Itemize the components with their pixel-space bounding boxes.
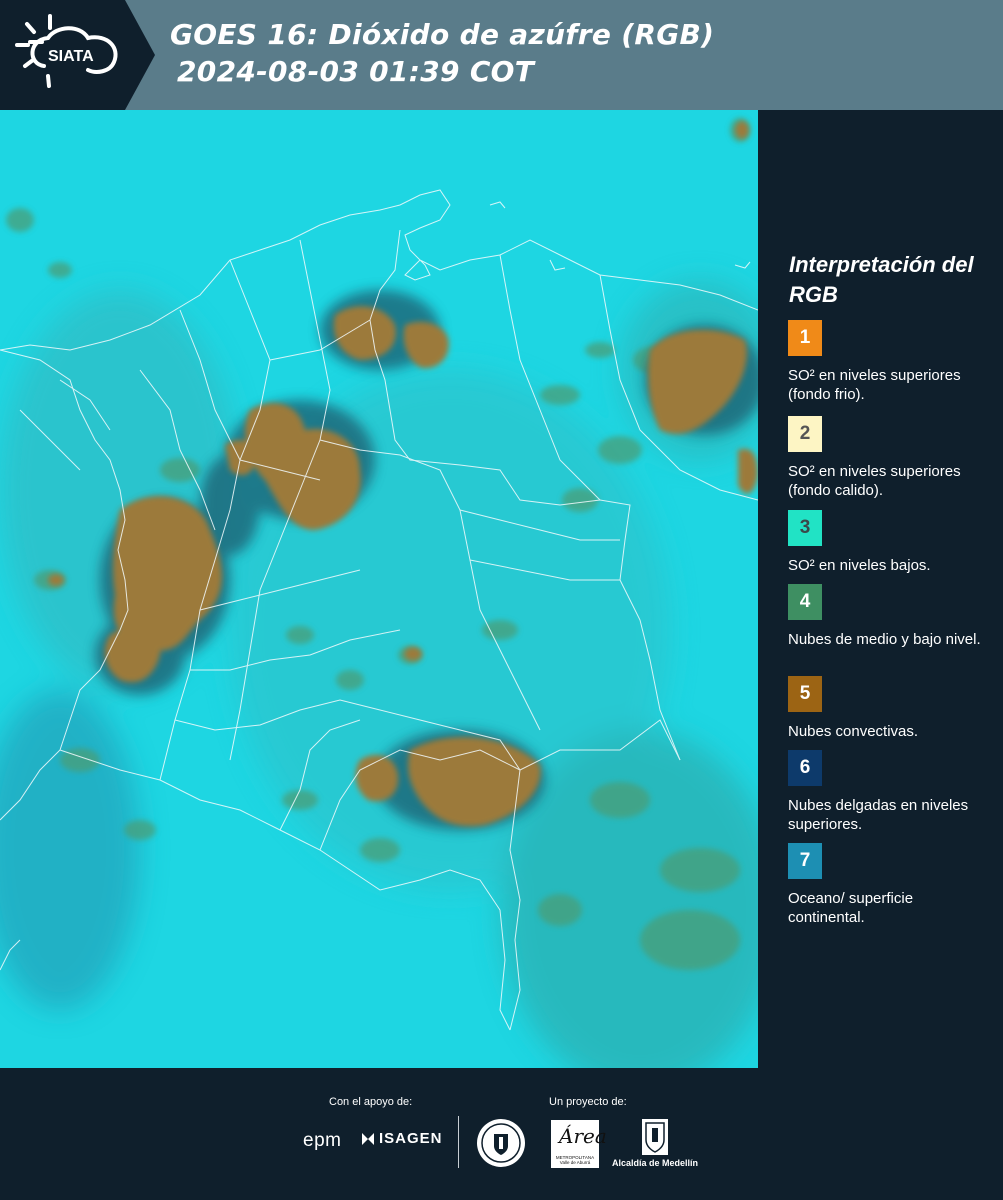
svg-text:SIATA: SIATA [48, 48, 94, 65]
isagen-logo: ISAGEN [360, 1130, 443, 1147]
legend-item-1: 1 SO² en niveles superiores (fondo frio)… [788, 320, 993, 404]
legend-text-7: Oceano/ superficie continental. [788, 890, 914, 926]
legend-swatch-7: 7 [788, 843, 822, 879]
legend-text-3: SO² en niveles bajos. [788, 557, 931, 574]
legend-swatch-6: 6 [788, 750, 822, 786]
epm-logo: epm [303, 1130, 342, 1151]
footer-bar: Con el apoyo de: Un proyecto de: epm ISA… [0, 1068, 1003, 1200]
project-label: Un proyecto de: [549, 1096, 627, 1108]
legend-title: Interpretación del RGB [789, 252, 974, 307]
legend-text-4: Nubes de medio y bajo nivel. [788, 631, 981, 648]
legend-text-2: SO² en niveles superiores (fondo calido)… [788, 463, 961, 499]
alcaldia-label: Alcaldía de Medellín [612, 1158, 699, 1168]
footer-divider [458, 1116, 459, 1168]
support-label: Con el apoyo de: [329, 1096, 413, 1108]
siata-logo: SIATA [0, 0, 155, 110]
legend-swatch-5: 5 [788, 676, 822, 712]
legend-text-5: Nubes convectivas. [788, 723, 919, 740]
legend-swatch-1: 1 [788, 320, 822, 356]
title-line-1: GOES 16: Dióxido de azúfre (RGB) [170, 18, 715, 51]
legend-swatch-2: 2 [788, 416, 822, 452]
legend-swatch-3: 3 [788, 510, 822, 546]
legend-item-2: 2 SO² en niveles superiores (fondo calid… [788, 416, 993, 500]
satellite-map[interactable] [0, 110, 758, 1068]
header-bar: SIATA GOES 16: Dióxido de azúfre (RGB) 2… [0, 0, 1003, 110]
legend-item-5: 5 Nubes convectivas. [788, 676, 993, 741]
legend-item-6: 6 Nubes delgadas en niveles superiores. [788, 750, 993, 834]
page-title: GOES 16: Dióxido de azúfre (RGB) 2024-08… [170, 16, 714, 90]
legend-text-6: Nubes delgadas en niveles superiores. [788, 797, 969, 833]
legend-swatch-4: 4 [788, 584, 822, 620]
isagen-icon [362, 1132, 374, 1145]
legend-item-3: 3 SO² en niveles bajos. [788, 510, 993, 575]
legend-item-4: 4 Nubes de medio y bajo nivel. [788, 584, 993, 649]
alcaldia-shield-icon [642, 1119, 668, 1155]
legend-text-1: SO² en niveles superiores (fondo frio). [788, 367, 961, 403]
legend-item-7: 7 Oceano/ superficie continental. [788, 843, 993, 927]
area-metropolitana-logo: Área METROPOLITANA Valle de Aburrá [551, 1120, 607, 1168]
legend-panel: Interpretación del RGB 1 SO² en niveles … [758, 110, 1003, 1068]
medellin-seal-icon [477, 1119, 525, 1167]
title-line-2: 2024-08-03 01:39 COT [177, 55, 535, 88]
